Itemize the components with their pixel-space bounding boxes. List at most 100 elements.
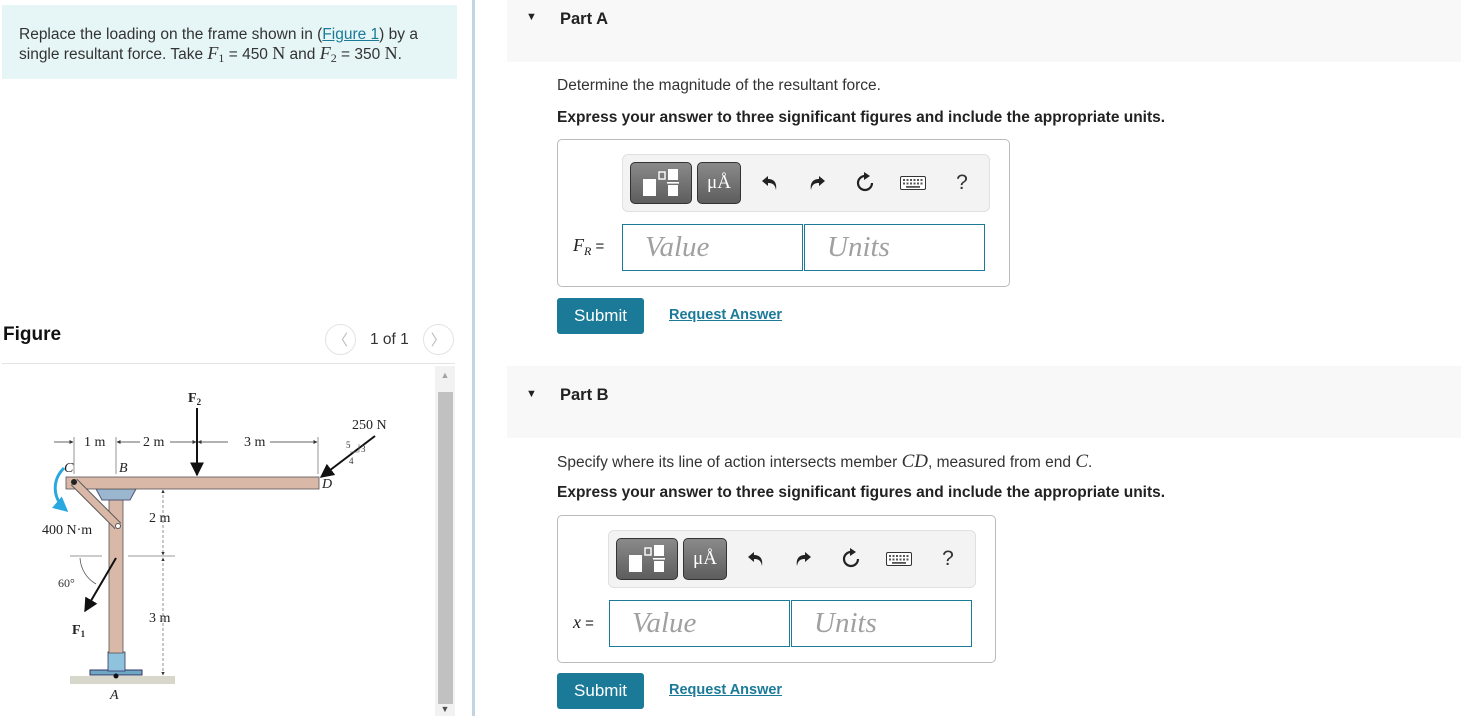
label-A: A <box>109 688 119 703</box>
collapse-toggle-icon[interactable]: ▼ <box>526 388 537 400</box>
templates-button[interactable] <box>630 162 692 204</box>
f2-value: = 350 <box>336 46 385 63</box>
part-b-submit-button[interactable]: Submit <box>557 673 644 709</box>
help-button[interactable]: ? <box>953 171 971 195</box>
f1-label: F1 <box>72 623 86 639</box>
dim-3m-top: 3 m <box>244 435 266 450</box>
svg-text:5: 5 <box>346 440 351 450</box>
part-a-request-answer-link[interactable]: Request Answer <box>669 307 782 323</box>
part-b-title: Part B <box>560 386 609 404</box>
undo-icon <box>748 552 763 566</box>
angle-label: 60° <box>58 576 75 590</box>
f2-unit: N <box>384 43 398 63</box>
symbols-button[interactable]: μÅ <box>697 162 741 204</box>
scroll-up-arrow-icon[interactable]: ▲ <box>435 366 455 384</box>
keyboard-icon <box>886 552 912 566</box>
dim-3m-side: 3 m <box>149 611 171 626</box>
figure-link[interactable]: Figure 1 <box>322 26 379 43</box>
frame-diagram: 1 m 2 m 3 m F2 250 N 5 3 4 C B D A 400 N… <box>42 391 387 703</box>
beam-CD <box>65 476 320 490</box>
scroll-down-arrow-icon[interactable]: ▼ <box>435 702 455 716</box>
label-D: D <box>321 477 332 492</box>
figure-pager: 〈 1 of 1 〉 <box>325 324 454 355</box>
left-panel: Replace the loading on the frame shown i… <box>0 0 472 716</box>
part-b-question: Specify where its line of action interse… <box>557 451 1093 472</box>
part-b-answer-box: μÅ ? x = <box>557 515 996 663</box>
pager-text: 1 of 1 <box>370 330 409 348</box>
support-A <box>113 673 119 679</box>
f1-math: F1 <box>207 43 225 65</box>
reset-icon <box>842 548 860 568</box>
problem-statement: Replace the loading on the frame shown i… <box>2 5 457 79</box>
part-b-instruction: Express your answer to three significant… <box>557 484 1166 501</box>
svg-text:4: 4 <box>349 456 354 466</box>
symbols-button[interactable]: μÅ <box>683 538 727 580</box>
part-a-answer-box: μÅ ? FR = <box>557 139 1010 287</box>
panel-divider <box>472 0 475 716</box>
templates-button[interactable] <box>616 538 678 580</box>
reset-icon <box>856 172 874 192</box>
dim-1m: 1 m <box>84 435 106 450</box>
fraction-template-icon <box>643 169 679 196</box>
f2-math: F2 <box>319 43 337 65</box>
redo-icon <box>796 552 811 566</box>
dim-2m-top: 2 m <box>143 435 165 450</box>
part-a-units-input[interactable] <box>804 224 985 271</box>
undo-button[interactable] <box>745 547 767 571</box>
label-C: C <box>64 461 74 476</box>
problem-text: Replace the loading on the frame shown i… <box>19 26 323 43</box>
figure-title: Figure <box>3 324 62 345</box>
symbols-label: μÅ <box>707 172 731 193</box>
symbols-label: μÅ <box>693 548 717 569</box>
f2-label: F2 <box>188 391 202 407</box>
keyboard-icon <box>900 176 926 190</box>
part-a-instruction: Express your answer to three significant… <box>557 109 1166 126</box>
part-a-title: Part A <box>560 10 608 28</box>
f1-value: = 450 <box>224 46 273 63</box>
column-base <box>107 651 126 672</box>
chevron-left-icon: 〈 <box>332 332 348 349</box>
help-button[interactable]: ? <box>939 547 957 571</box>
chevron-right-icon: 〉 <box>430 332 446 349</box>
problem-text: . <box>397 46 402 63</box>
part-a-header[interactable]: ▼ Part A <box>507 0 1461 62</box>
next-figure-button[interactable]: 〉 <box>422 324 454 355</box>
label-B: B <box>119 461 128 476</box>
part-a-value-input[interactable] <box>622 224 803 271</box>
keyboard-button[interactable] <box>899 171 927 195</box>
part-b-variable-label: x = <box>573 612 594 632</box>
math-toolbar: μÅ ? <box>622 154 990 212</box>
moment-label: 400 N·m <box>42 523 92 538</box>
part-b-request-answer-link[interactable]: Request Answer <box>669 682 782 698</box>
prev-figure-button[interactable]: 〈 <box>325 324 356 355</box>
scroll-thumb[interactable] <box>438 392 453 704</box>
gusset-plate <box>95 488 137 501</box>
dim-2m-side: 2 m <box>149 511 171 526</box>
figure-divider <box>2 363 455 364</box>
redo-button[interactable] <box>806 171 828 195</box>
collapse-toggle-icon[interactable]: ▼ <box>526 11 537 23</box>
part-a-variable-label: FR = <box>573 235 605 258</box>
part-a-question: Determine the magnitude of the resultant… <box>557 77 881 94</box>
fraction-template-icon <box>629 545 665 572</box>
math-CD: CD <box>901 451 928 472</box>
part-b-value-input[interactable] <box>609 600 790 647</box>
ground <box>70 676 175 684</box>
problem-text: and <box>285 46 320 63</box>
figure-scrollbar[interactable]: ▲ ▼ <box>435 366 455 716</box>
part-b-units-input[interactable] <box>791 600 972 647</box>
math-C: C <box>1075 451 1089 472</box>
reset-button[interactable] <box>853 171 877 195</box>
keyboard-button[interactable] <box>885 547 913 571</box>
redo-icon <box>810 176 825 190</box>
part-b-header[interactable]: ▼ Part B <box>507 366 1461 438</box>
math-toolbar: μÅ ? <box>608 530 976 588</box>
undo-button[interactable] <box>759 171 781 195</box>
part-a-submit-button[interactable]: Submit <box>557 298 644 334</box>
load-250-label: 250 N <box>352 418 387 433</box>
svg-text:3: 3 <box>361 444 366 454</box>
undo-icon <box>762 176 777 190</box>
reset-button[interactable] <box>839 547 863 571</box>
f1-unit: N <box>272 43 286 63</box>
redo-button[interactable] <box>792 547 814 571</box>
